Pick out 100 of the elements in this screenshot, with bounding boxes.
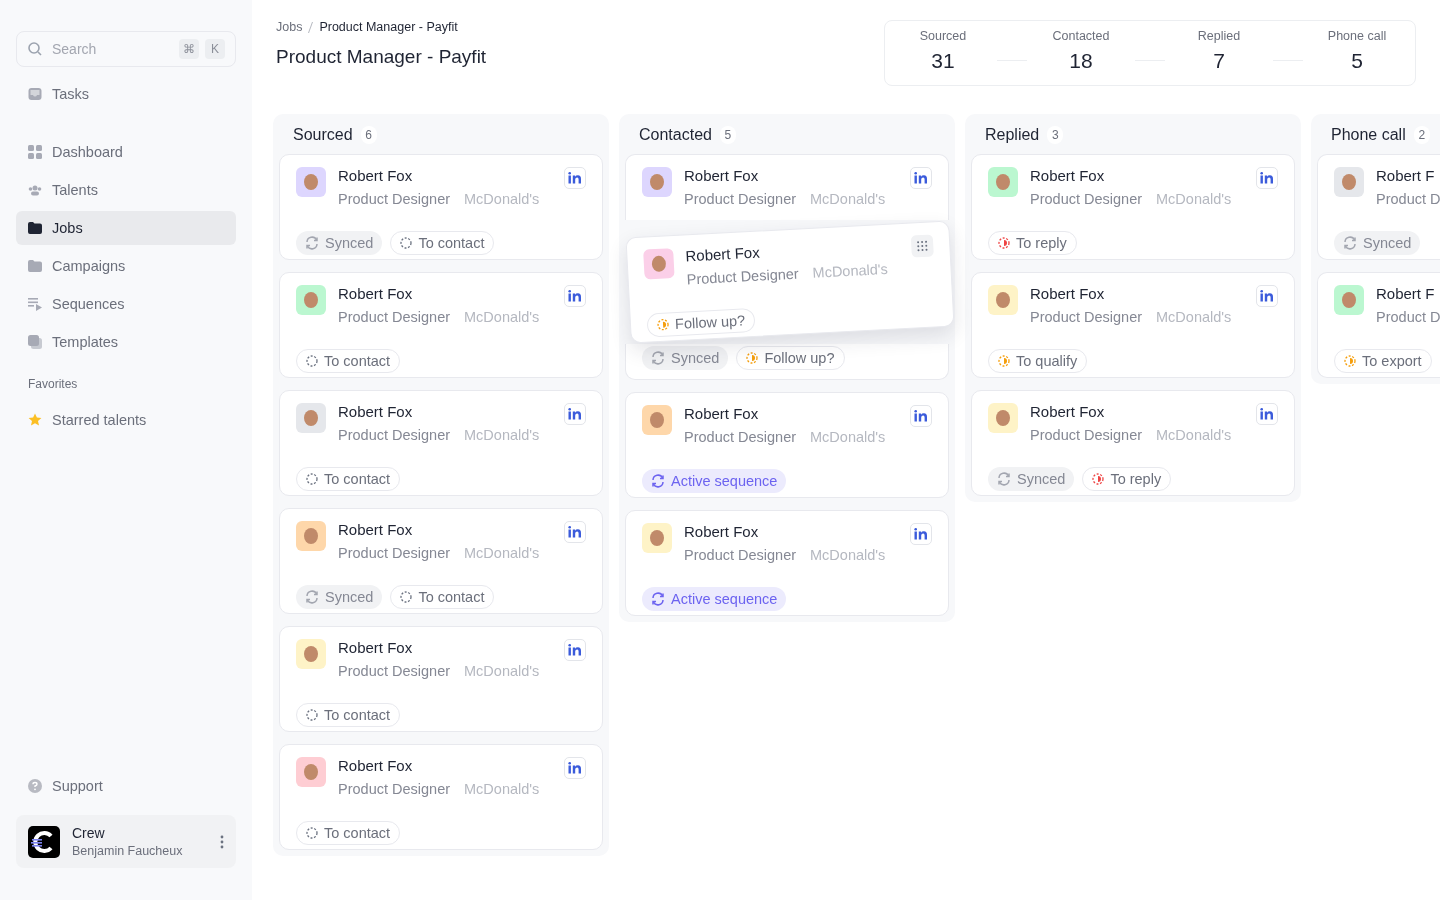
half-circle-icon — [746, 352, 759, 364]
stat-label: Sourced — [919, 29, 967, 43]
status-tag: Active sequence — [642, 587, 787, 611]
nav-item[interactable]: Tasks — [16, 77, 236, 111]
candidate-name: Robert Fox — [685, 242, 762, 265]
candidate-name: Robert F — [1376, 167, 1436, 184]
list-icon — [28, 297, 42, 311]
column-title: Contacted — [639, 126, 712, 144]
status-tag: To reply — [988, 231, 1077, 255]
candidate-card[interactable]: Robert F Product D Synced — [1317, 154, 1440, 260]
candidate-card[interactable]: Robert Fox Product Designer McDonald's Synced To reply — [971, 390, 1295, 496]
linkedin-icon[interactable] — [910, 523, 932, 545]
status-tag: Synced — [1334, 231, 1421, 255]
candidate-card[interactable]: Robert Fox Product Designer McDonald's To qualify — [971, 272, 1295, 378]
candidate-card[interactable]: Robert Fox Product Designer McDonald's To contact — [279, 744, 603, 850]
company-name: McDonald's — [464, 781, 540, 797]
linkedin-icon[interactable] — [1256, 403, 1278, 425]
status-tag: Synced — [642, 346, 729, 370]
linkedin-icon[interactable] — [910, 405, 932, 427]
candidate-name: Robert Fox — [338, 403, 414, 420]
linkedin-icon[interactable] — [564, 167, 586, 189]
candidate-name: Robert Fox — [684, 523, 760, 540]
job-title: Product Designer — [338, 781, 451, 797]
linkedin-icon[interactable] — [564, 521, 586, 543]
candidate-card[interactable]: Robert Fox Product Designer McDonald's To contact — [279, 390, 603, 496]
sync-icon — [305, 236, 319, 250]
candidate-card[interactable]: Synced Follow up? — [625, 344, 949, 380]
drag-handle-icon[interactable] — [910, 234, 934, 258]
candidate-card[interactable]: Robert Fox Product Designer McDonald's Synced To contact — [279, 508, 603, 614]
linkedin-icon[interactable] — [564, 639, 586, 661]
nav-item[interactable]: Talents — [16, 173, 236, 207]
workspace-switcher[interactable]: Crew Benjamin Faucheux — [16, 815, 236, 868]
status-tag: Follow up? — [646, 307, 756, 338]
candidate-card[interactable]: Robert Fox Product Designer McDonald's Active sequence — [625, 510, 949, 616]
more-icon[interactable] — [220, 834, 224, 849]
linkedin-icon[interactable] — [1256, 285, 1278, 307]
company-name: McDonald's — [464, 545, 540, 561]
linkedin-icon[interactable] — [564, 285, 586, 307]
candidate-card[interactable]: Robert Fox Product Designer McDonald's To contact — [279, 272, 603, 378]
nav-item[interactable]: Campaigns — [16, 249, 236, 283]
nav-item[interactable]: Starred talents — [16, 403, 236, 437]
candidate-name: Robert Fox — [338, 521, 414, 538]
job-title: Product Designer — [338, 545, 451, 561]
support-link[interactable]: Support — [16, 769, 236, 803]
stat-value: 7 — [1213, 49, 1225, 73]
candidate-card[interactable]: Robert Fox Product Designer McDonald's — [625, 154, 949, 220]
job-title: Product Designer — [684, 191, 797, 207]
count-badge: 3 — [1047, 126, 1064, 144]
dashed-circle-icon — [306, 827, 318, 839]
sync-icon — [997, 472, 1011, 486]
candidate-name: Robert Fox — [1030, 403, 1106, 420]
company-name: McDonald's — [812, 260, 889, 281]
company-name: McDonald's — [810, 547, 886, 563]
breadcrumb-link[interactable]: Product Manager - Payfit — [319, 20, 458, 34]
stat-value: 31 — [931, 49, 955, 73]
status-tag: To contact — [296, 821, 401, 845]
shortcut-key: K — [205, 39, 225, 59]
dashed-circle-icon — [400, 237, 413, 249]
linkedin-icon[interactable] — [564, 757, 586, 779]
linkedin-icon[interactable] — [910, 167, 932, 189]
job-title: Product Designer — [338, 663, 451, 679]
candidate-name: Robert Fox — [338, 167, 414, 184]
search-icon — [27, 41, 43, 57]
nav-item[interactable]: Dashboard — [16, 135, 236, 169]
candidate-card[interactable]: Robert Fox Product Designer McDonald's To reply — [971, 154, 1295, 260]
stat-value: 18 — [1069, 49, 1093, 73]
column-title: Sourced — [293, 126, 353, 144]
company-name: McDonald's — [1156, 191, 1232, 207]
status-tag: To contact — [390, 231, 495, 255]
nav-item[interactable]: Sequences — [16, 287, 236, 321]
linkedin-icon[interactable] — [1256, 167, 1278, 189]
candidate-card[interactable]: Robert Fox Product Designer McDonald's To contact — [279, 626, 603, 732]
job-title: Product D — [1376, 309, 1440, 325]
page-title: Product Manager - Payfit — [276, 46, 487, 68]
nav-item[interactable]: Templates — [16, 325, 236, 359]
job-title: Product D — [1376, 191, 1440, 207]
stat-label: Contacted — [1052, 29, 1110, 43]
sync-icon — [651, 592, 665, 606]
shortcut-key: ⌘ — [179, 39, 199, 59]
column-title: Replied — [985, 126, 1040, 144]
company-name: McDonald's — [464, 191, 540, 207]
candidate-card[interactable]: Robert Fox Product Designer McDonald's Synced To contact — [279, 154, 603, 260]
dashed-circle-icon — [306, 709, 318, 721]
dragged-card[interactable]: Robert Fox Product Designer McDonald's Follow up? — [625, 220, 955, 344]
job-title: Product Designer — [1030, 309, 1143, 325]
candidate-card[interactable]: Robert Fox Product Designer McDonald's Active sequence — [625, 392, 949, 498]
nav-item[interactable]: Jobs — [16, 211, 236, 245]
count-badge: 6 — [360, 126, 377, 144]
company-name: McDonald's — [810, 429, 886, 445]
status-tag: Synced — [296, 231, 383, 255]
status-tag: Synced — [988, 467, 1075, 491]
count-badge: 2 — [1413, 126, 1430, 144]
job-title: Product Designer — [338, 309, 451, 325]
sync-icon — [305, 590, 319, 604]
logo-icon — [28, 825, 60, 858]
candidate-card[interactable]: Robert F Product D To export — [1317, 272, 1440, 378]
status-tag: To contact — [296, 703, 401, 727]
linkedin-icon[interactable] — [564, 403, 586, 425]
breadcrumb-link[interactable]: Jobs — [276, 20, 303, 34]
column-title: Phone call — [1331, 126, 1406, 144]
